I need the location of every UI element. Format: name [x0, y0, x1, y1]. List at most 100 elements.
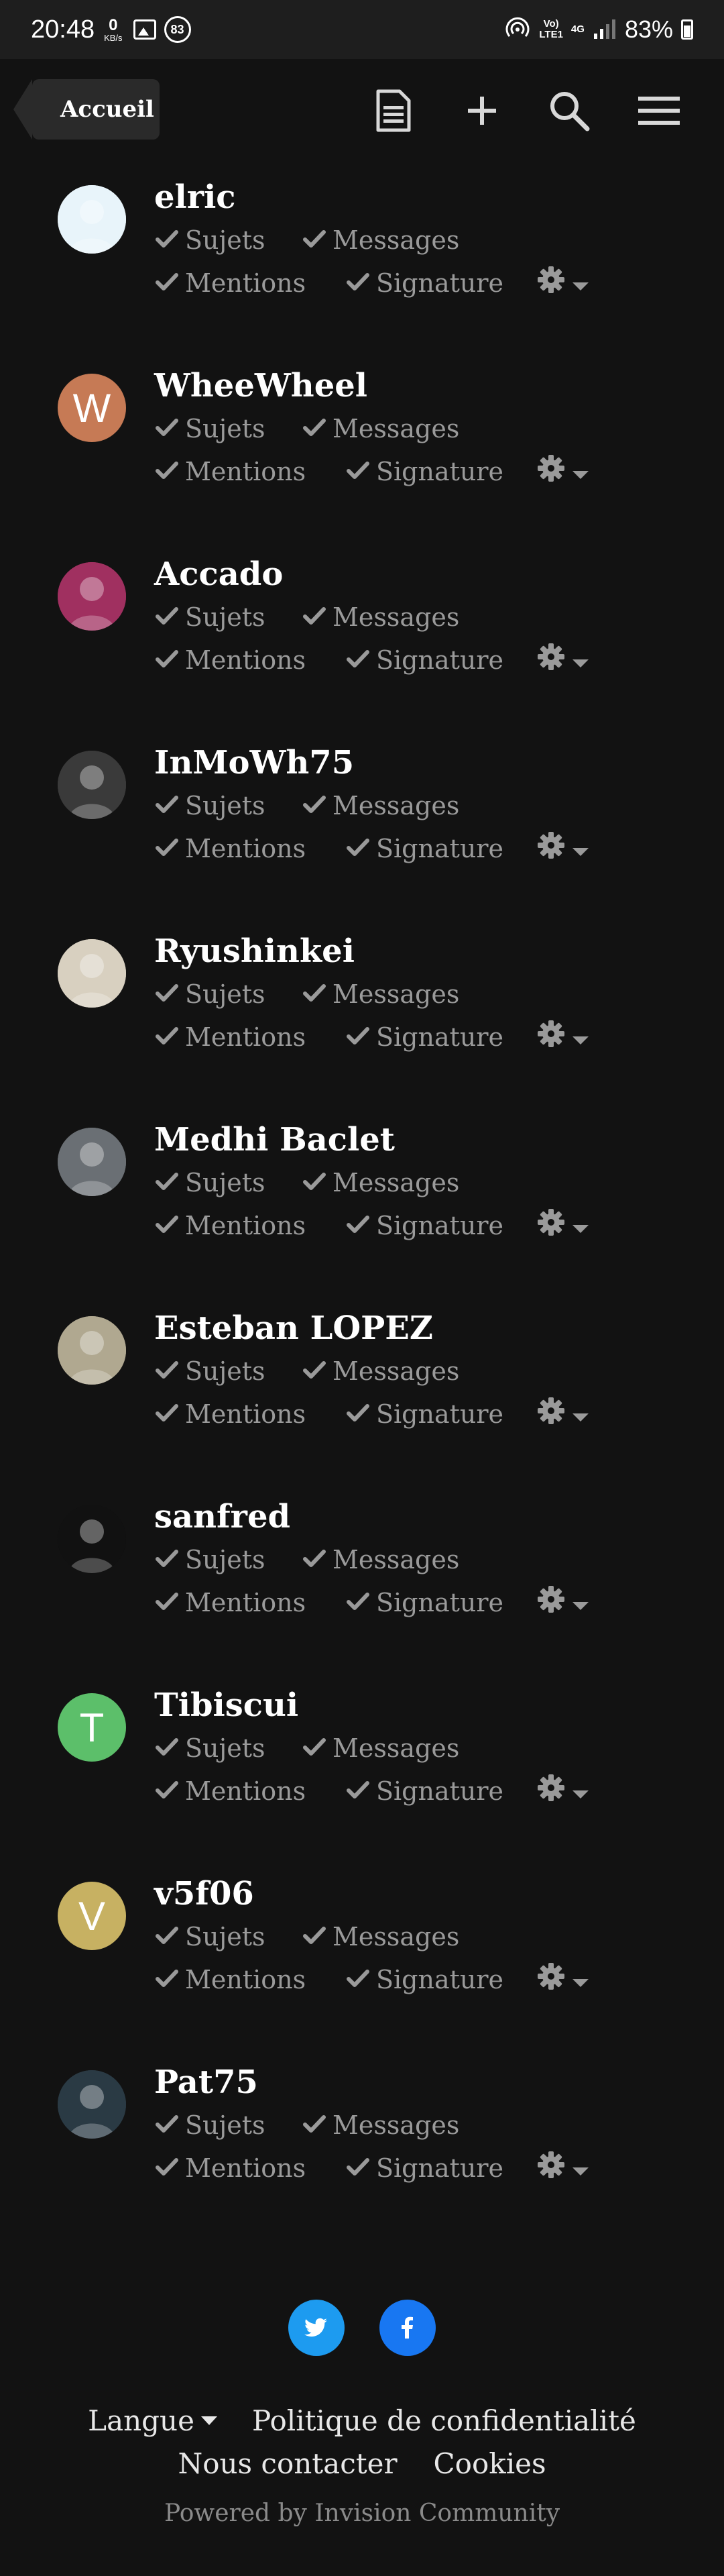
mentions-toggle[interactable]: Mentions: [156, 457, 347, 486]
signature-toggle[interactable]: Signature: [347, 1022, 503, 1052]
mentions-toggle[interactable]: Mentions: [156, 1399, 347, 1429]
mentions-toggle[interactable]: Mentions: [156, 834, 347, 863]
signature-toggle[interactable]: Signature: [347, 645, 503, 675]
signature-toggle[interactable]: Signature: [347, 1399, 503, 1429]
document-icon[interactable]: [370, 87, 417, 134]
member-name[interactable]: Medhi Baclet: [154, 1121, 395, 1159]
add-icon[interactable]: [459, 87, 505, 134]
messages-toggle[interactable]: Messages: [303, 979, 459, 1009]
back-button[interactable]: Accueil: [32, 79, 160, 140]
sujets-toggle[interactable]: Sujets: [156, 2110, 303, 2140]
member-settings-menu[interactable]: [537, 1962, 589, 1996]
member-settings-menu[interactable]: [537, 1208, 589, 1242]
sujets-toggle[interactable]: Sujets: [156, 414, 303, 443]
sujets-toggle[interactable]: Sujets: [156, 1168, 303, 1197]
avatar[interactable]: [58, 2070, 126, 2139]
sujets-label: Sujets: [185, 1922, 265, 1951]
signature-label: Signature: [376, 1964, 504, 1994]
member-settings-menu[interactable]: [537, 1397, 589, 1431]
check-icon: [156, 1356, 185, 1386]
signature-toggle[interactable]: Signature: [347, 268, 503, 298]
signature-toggle[interactable]: Signature: [347, 1588, 503, 1617]
check-icon: [156, 1545, 185, 1574]
messages-toggle[interactable]: Messages: [303, 414, 459, 443]
facebook-icon[interactable]: [379, 2300, 436, 2356]
search-icon[interactable]: [546, 87, 593, 134]
cookies-link[interactable]: Cookies: [434, 2447, 546, 2480]
mentions-toggle[interactable]: Mentions: [156, 268, 347, 298]
messages-toggle[interactable]: Messages: [303, 1356, 459, 1386]
member-name[interactable]: InMoWh75: [154, 744, 354, 782]
sujets-toggle[interactable]: Sujets: [156, 979, 303, 1009]
member-name[interactable]: Accado: [154, 555, 283, 593]
member-row: sanfred Sujets Messages Mentions Signature: [0, 1481, 724, 1669]
member-settings-menu[interactable]: [537, 643, 589, 677]
messages-toggle[interactable]: Messages: [303, 791, 459, 820]
mentions-toggle[interactable]: Mentions: [156, 1965, 347, 1994]
menu-icon[interactable]: [636, 87, 682, 134]
avatar[interactable]: T: [58, 1693, 126, 1762]
member-row: Vv5f06 Sujets Messages Mentions Signature: [0, 1858, 724, 2046]
messages-toggle[interactable]: Messages: [303, 2110, 459, 2140]
avatar[interactable]: [58, 1128, 126, 1196]
member-name[interactable]: Tibiscui: [154, 1686, 298, 1724]
sujets-toggle[interactable]: Sujets: [156, 1922, 303, 1951]
messages-label: Messages: [333, 1733, 460, 1763]
messages-toggle[interactable]: Messages: [303, 1545, 459, 1574]
signature-toggle[interactable]: Signature: [347, 834, 503, 863]
signature-toggle[interactable]: Signature: [347, 1776, 503, 1806]
member-settings-menu[interactable]: [537, 1585, 589, 1619]
member-name[interactable]: Pat75: [154, 2063, 258, 2101]
signature-toggle[interactable]: Signature: [347, 1965, 503, 1994]
sujets-toggle[interactable]: Sujets: [156, 1733, 303, 1763]
mentions-toggle[interactable]: Mentions: [156, 1776, 347, 1806]
member-settings-menu[interactable]: [537, 1020, 589, 1054]
signature-toggle[interactable]: Signature: [347, 457, 503, 486]
member-name[interactable]: Ryushinkei: [154, 932, 355, 970]
avatar[interactable]: [58, 939, 126, 1008]
member-name[interactable]: WheeWheel: [154, 367, 367, 405]
messages-toggle[interactable]: Messages: [303, 602, 459, 632]
sujets-toggle[interactable]: Sujets: [156, 1545, 303, 1574]
member-name[interactable]: v5f06: [154, 1875, 254, 1913]
sujets-toggle[interactable]: Sujets: [156, 1356, 303, 1386]
sujets-toggle[interactable]: Sujets: [156, 791, 303, 820]
avatar[interactable]: [58, 562, 126, 631]
contact-link[interactable]: Nous contacter: [178, 2447, 397, 2480]
member-settings-menu[interactable]: [537, 266, 589, 300]
mentions-toggle[interactable]: Mentions: [156, 1588, 347, 1617]
member-name[interactable]: Esteban LOPEZ: [154, 1309, 433, 1347]
avatar[interactable]: [58, 751, 126, 819]
check-icon: [303, 225, 333, 255]
member-settings-menu[interactable]: [537, 454, 589, 488]
mentions-toggle[interactable]: Mentions: [156, 1211, 347, 1240]
avatar[interactable]: [58, 185, 126, 254]
follow-options-row2: Mentions Signature: [156, 1962, 589, 1996]
messages-toggle[interactable]: Messages: [303, 1922, 459, 1951]
language-selector[interactable]: Langue: [88, 2404, 217, 2437]
messages-toggle[interactable]: Messages: [303, 1168, 459, 1197]
member-name[interactable]: elric: [154, 178, 236, 216]
sujets-toggle[interactable]: Sujets: [156, 602, 303, 632]
check-icon: [156, 457, 185, 486]
chevron-down-icon: [565, 1211, 589, 1240]
messages-toggle[interactable]: Messages: [303, 1733, 459, 1763]
member-row: InMoWh75 Sujets Messages Mentions Signature: [0, 727, 724, 915]
privacy-policy-link[interactable]: Politique de confidentialité: [252, 2404, 636, 2437]
twitter-icon[interactable]: [288, 2300, 345, 2356]
signature-toggle[interactable]: Signature: [347, 1211, 503, 1240]
signature-toggle[interactable]: Signature: [347, 2153, 503, 2183]
avatar[interactable]: W: [58, 374, 126, 442]
sujets-toggle[interactable]: Sujets: [156, 225, 303, 255]
avatar[interactable]: [58, 1505, 126, 1573]
mentions-toggle[interactable]: Mentions: [156, 2153, 347, 2183]
mentions-toggle[interactable]: Mentions: [156, 1022, 347, 1052]
member-settings-menu[interactable]: [537, 2151, 589, 2185]
mentions-toggle[interactable]: Mentions: [156, 645, 347, 675]
messages-toggle[interactable]: Messages: [303, 225, 459, 255]
member-name[interactable]: sanfred: [154, 1498, 290, 1536]
member-settings-menu[interactable]: [537, 831, 589, 865]
avatar[interactable]: [58, 1316, 126, 1385]
avatar[interactable]: V: [58, 1882, 126, 1950]
member-settings-menu[interactable]: [537, 1774, 589, 1808]
